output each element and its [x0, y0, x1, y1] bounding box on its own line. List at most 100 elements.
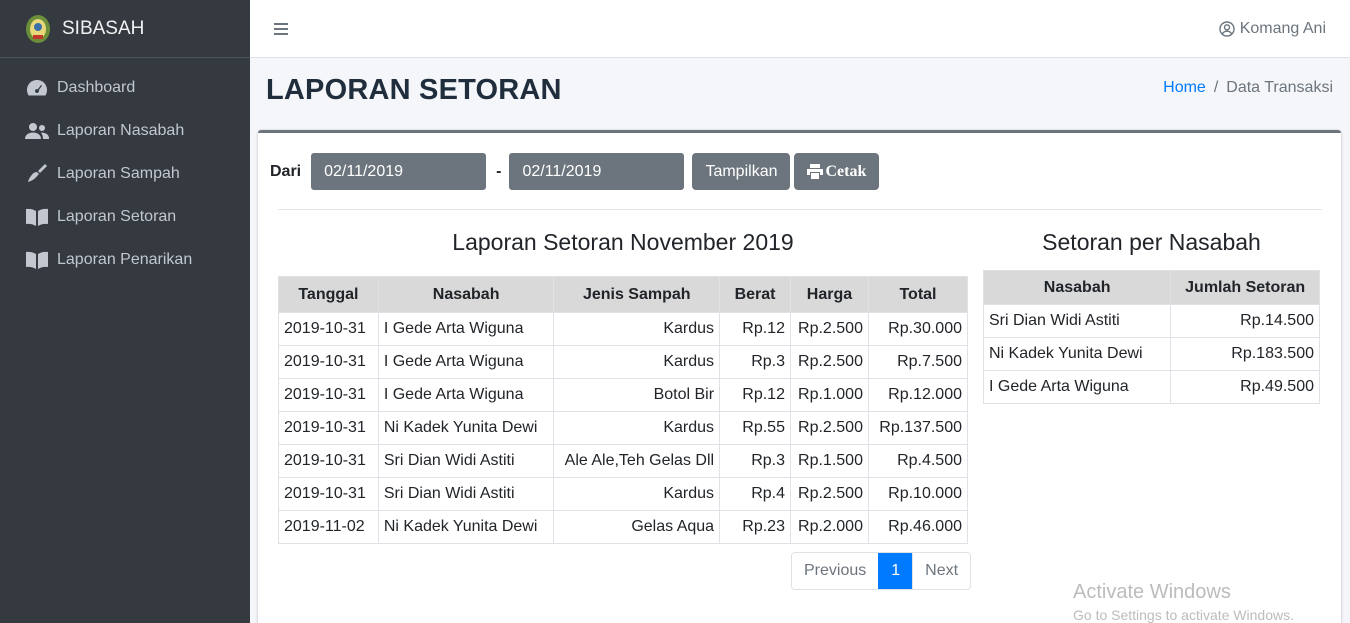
pagination-next[interactable]: Next [912, 553, 971, 589]
cell-customer: Ni Kadek Yunita Dewi [982, 337, 1172, 371]
sidebar-nav: Dashboard Laporan Nasabah Laporan Sampah… [0, 66, 250, 281]
cell-amount: Rp.183.500 [1170, 337, 1320, 371]
user-menu[interactable]: Komang Ani [1219, 20, 1326, 38]
page-title: LAPORAN SETORAN [266, 74, 562, 106]
cell-date: 2019-10-31 [278, 411, 379, 445]
sidebar-item-label: Laporan Sampah [57, 164, 180, 182]
column-header[interactable]: Jenis Sampah [553, 276, 721, 313]
tachometer-icon [25, 78, 49, 98]
date-filter: Dari - Tampilkan Cetak [270, 153, 880, 190]
cell-customer: Ni Kadek Yunita Dewi [377, 411, 555, 445]
cell-amount: Rp.14.500 [1170, 304, 1320, 338]
cell-waste-type: Kardus [553, 411, 721, 445]
cell-waste-type: Ale Ale,Teh Gelas Dll [553, 444, 721, 478]
sidebar-item-laporan-penarikan[interactable]: Laporan Penarikan [0, 238, 250, 281]
cell-weight: Rp.23 [719, 510, 791, 544]
cell-customer: Sri Dian Widi Astiti [377, 444, 555, 478]
pagination: Previous 1 Next [791, 552, 972, 590]
cell-customer: I Gede Arta Wiguna [377, 345, 555, 379]
cell-customer: Ni Kadek Yunita Dewi [377, 510, 555, 544]
show-button[interactable]: Tampilkan [692, 153, 791, 190]
user-circle-icon [1219, 20, 1235, 37]
date-separator: - [496, 162, 502, 180]
table-row: Ni Kadek Yunita Dewi Rp.183.500 [982, 337, 1320, 371]
table-header-row: Nasabah Jumlah Setoran [982, 270, 1320, 305]
per-customer-table: Nasabah Jumlah Setoran Sri Dian Widi Ast… [982, 270, 1320, 404]
breadcrumb-separator: / [1213, 79, 1219, 96]
column-header[interactable]: Nasabah [377, 276, 555, 313]
filter-label: Dari [270, 162, 302, 180]
table-header-row: Tanggal Nasabah Jenis Sampah Berat Harga… [278, 276, 969, 313]
brand-name: SIBASAH [62, 17, 145, 39]
cell-date: 2019-11-02 [278, 510, 379, 544]
menu-toggle-icon[interactable] [274, 22, 288, 35]
cell-total: Rp.137.500 [867, 411, 969, 445]
cell-total: Rp.46.000 [867, 510, 969, 544]
user-name: Komang Ani [1239, 19, 1326, 37]
brand-link[interactable]: SIBASAH [0, 0, 250, 58]
cell-waste-type: Kardus [553, 345, 721, 379]
cell-waste-type: Kardus [553, 477, 721, 511]
sidebar-item-dashboard[interactable]: Dashboard [0, 66, 250, 109]
cell-date: 2019-10-31 [278, 444, 379, 478]
cell-price: Rp.1.000 [789, 378, 869, 412]
cell-price: Rp.2.500 [789, 411, 869, 445]
cell-total: Rp.7.500 [867, 345, 969, 379]
cell-price: Rp.2.500 [789, 477, 869, 511]
top-navbar: Komang Ani [250, 0, 1350, 58]
column-header[interactable]: Harga [789, 276, 869, 313]
table-row: Sri Dian Widi Astiti Rp.14.500 [982, 304, 1320, 338]
column-header: Jumlah Setoran [1170, 270, 1320, 305]
table-row: 2019-10-31 I Gede Arta Wiguna Botol Bir … [278, 378, 969, 412]
breadcrumb-current: Data Transaksi [1226, 79, 1333, 96]
cell-total: Rp.4.500 [867, 444, 969, 478]
pagination-page-1[interactable]: 1 [878, 553, 913, 589]
column-header[interactable]: Total [867, 276, 969, 313]
cell-weight: Rp.12 [719, 378, 791, 412]
sidebar: SIBASAH Dashboard Laporan Nasabah Lapora… [0, 0, 250, 623]
date-to-input[interactable] [509, 153, 685, 190]
users-icon [25, 121, 49, 141]
cell-price: Rp.2.000 [789, 510, 869, 544]
print-button[interactable]: Cetak [794, 153, 880, 190]
report-card: Dari - Tampilkan Cetak Laporan Setoran N… [258, 130, 1341, 623]
cell-weight: Rp.4 [719, 477, 791, 511]
deposit-table: Tanggal Nasabah Jenis Sampah Berat Harga… [278, 276, 969, 544]
cell-price: Rp.1.500 [789, 444, 869, 478]
windows-activation-watermark: Activate Windows Go to Settings to activ… [1073, 581, 1294, 623]
sidebar-item-laporan-setoran[interactable]: Laporan Setoran [0, 195, 250, 238]
sidebar-item-laporan-nasabah[interactable]: Laporan Nasabah [0, 109, 250, 152]
table-row: I Gede Arta Wiguna Rp.49.500 [982, 370, 1320, 404]
cell-date: 2019-10-31 [278, 378, 379, 412]
cell-weight: Rp.12 [719, 312, 791, 346]
sidebar-item-label: Dashboard [57, 78, 136, 96]
cell-waste-type: Kardus [553, 312, 721, 346]
deposit-report-title: Laporan Setoran November 2019 [452, 229, 794, 255]
cell-weight: Rp.3 [719, 444, 791, 478]
column-header[interactable]: Tanggal [278, 276, 379, 313]
cell-total: Rp.10.000 [867, 477, 969, 511]
cell-total: Rp.30.000 [867, 312, 969, 346]
table-row: 2019-10-31 I Gede Arta Wiguna Kardus Rp.… [278, 345, 969, 379]
breadcrumb-home-link[interactable]: Home [1163, 79, 1206, 97]
broom-icon [25, 163, 49, 184]
cell-customer: I Gede Arta Wiguna [377, 378, 555, 412]
cell-waste-type: Gelas Aqua [553, 510, 721, 544]
pagination-previous[interactable]: Previous [792, 553, 879, 589]
column-header: Nasabah [982, 270, 1172, 305]
cell-total: Rp.12.000 [867, 378, 969, 412]
book-open-icon [25, 250, 49, 270]
column-header[interactable]: Berat [719, 276, 791, 313]
cell-customer: Sri Dian Widi Astiti [982, 304, 1172, 338]
date-from-input[interactable] [311, 153, 487, 190]
cell-amount: Rp.49.500 [1170, 370, 1320, 404]
cell-customer: Sri Dian Widi Astiti [377, 477, 555, 511]
divider [278, 209, 1322, 210]
table-row: 2019-11-02 Ni Kadek Yunita Dewi Gelas Aq… [278, 510, 969, 544]
cell-weight: Rp.3 [719, 345, 791, 379]
cell-date: 2019-10-31 [278, 345, 379, 379]
sidebar-item-laporan-sampah[interactable]: Laporan Sampah [0, 152, 250, 195]
cell-customer: I Gede Arta Wiguna [982, 370, 1172, 404]
watermark-title: Activate Windows [1073, 581, 1231, 603]
breadcrumb: Home / Data Transaksi [1163, 79, 1333, 97]
